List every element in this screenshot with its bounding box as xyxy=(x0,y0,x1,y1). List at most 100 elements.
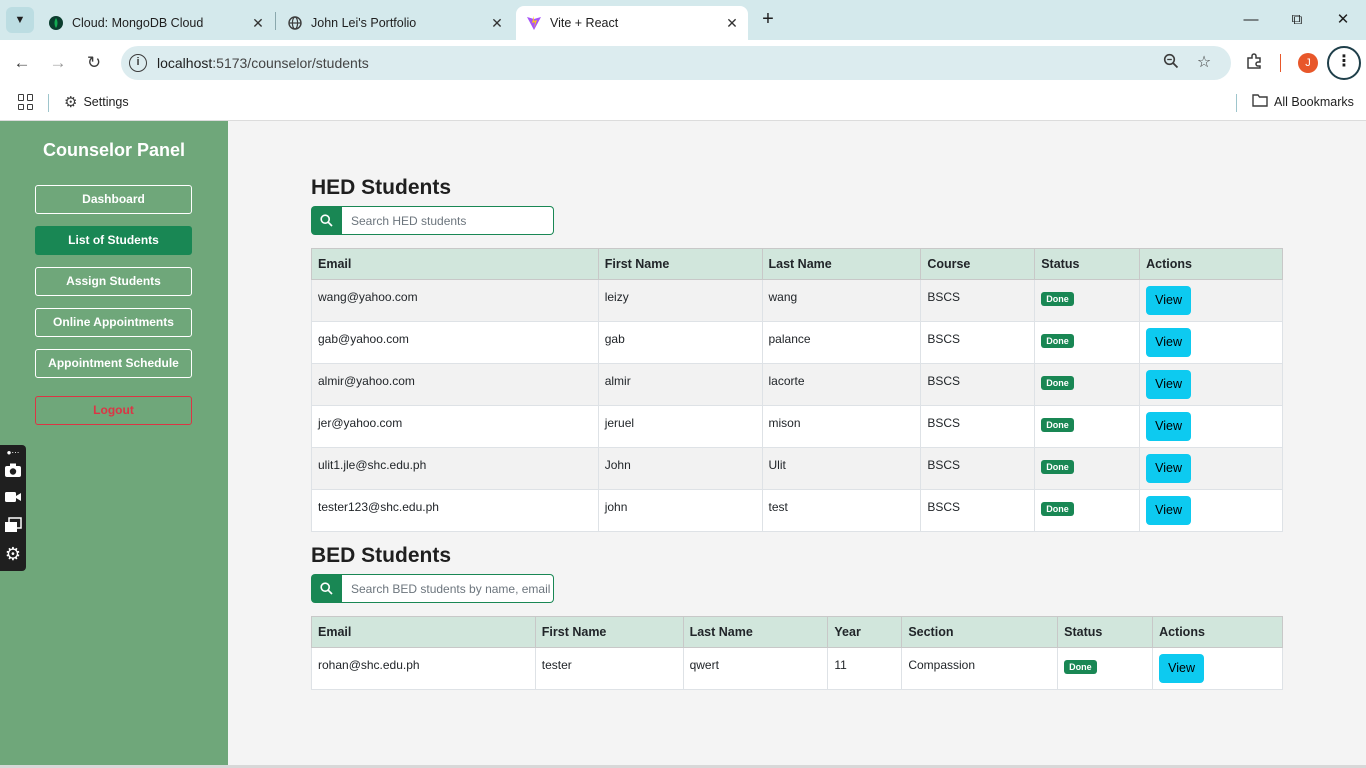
sidebar-item-list-of-students[interactable]: List of Students xyxy=(35,226,192,255)
column-header-last-name: Last Name xyxy=(682,616,829,648)
view-button[interactable]: View xyxy=(1146,412,1192,441)
site-info-icon[interactable]: i xyxy=(129,54,147,72)
restore-icon[interactable]: ⧉ xyxy=(1274,8,1320,32)
profile-avatar[interactable]: J xyxy=(1298,53,1318,73)
tab-mongodb[interactable]: Cloud: MongoDB Cloud ✕ xyxy=(38,6,274,40)
cell-last-name: Ulit xyxy=(761,447,922,490)
zoom-icon[interactable] xyxy=(1161,53,1181,73)
search-icon[interactable] xyxy=(311,206,342,235)
table-row: gab@yahoo.com gab palance BSCS Done View xyxy=(311,321,1283,364)
bed-search-input[interactable] xyxy=(342,574,554,603)
status-badge: Done xyxy=(1041,460,1074,474)
tab-divider xyxy=(275,12,276,30)
table-row: tester123@shc.edu.ph john test BSCS Done… xyxy=(311,489,1283,532)
video-camera-icon[interactable] xyxy=(3,490,23,510)
forward-arrow-icon[interactable]: → xyxy=(46,51,70,75)
column-header-actions: Actions xyxy=(1139,248,1283,280)
view-button[interactable]: View xyxy=(1159,654,1205,683)
settings-gear-icon[interactable]: ⚙ xyxy=(3,544,23,564)
mongodb-leaf-icon xyxy=(48,15,64,31)
minimize-icon[interactable]: — xyxy=(1228,8,1274,32)
apps-grid-icon[interactable] xyxy=(18,94,34,110)
sidebar-item-online-appointments[interactable]: Online Appointments xyxy=(35,308,192,337)
new-tab-plus-icon[interactable]: + xyxy=(756,8,780,32)
view-button[interactable]: View xyxy=(1146,286,1192,315)
cell-actions: View xyxy=(1139,405,1283,448)
sidebar-item-assign-students[interactable]: Assign Students xyxy=(35,267,192,296)
bookmark-settings[interactable]: ⚙ Settings xyxy=(64,93,129,111)
bed-search xyxy=(311,574,554,603)
cell-status: Done xyxy=(1034,363,1141,406)
sidebar-title: Counselor Panel xyxy=(42,140,186,160)
window-close-icon[interactable]: ✕ xyxy=(1320,8,1366,32)
view-button[interactable]: View xyxy=(1146,370,1192,399)
globe-icon xyxy=(287,15,303,31)
view-button[interactable]: View xyxy=(1146,496,1192,525)
url-text[interactable]: localhost:5173/counselor/students xyxy=(157,55,369,71)
tab-title: Cloud: MongoDB Cloud xyxy=(72,16,204,30)
sidebar-item-dashboard[interactable]: Dashboard xyxy=(35,185,192,214)
hed-search xyxy=(311,206,554,235)
bed-section-title: BED Students xyxy=(311,544,452,567)
cell-last-name: palance xyxy=(761,321,922,364)
close-icon[interactable]: ✕ xyxy=(722,15,742,32)
vite-icon xyxy=(526,15,542,31)
bookmark-label: All Bookmarks xyxy=(1274,95,1354,109)
browser-menu-icon[interactable]: ⋮ xyxy=(1327,46,1361,80)
cell-course: BSCS xyxy=(920,447,1036,490)
browser-toolbar: ← → ↻ i localhost:5173/counselor/student… xyxy=(0,40,1366,86)
column-header-status: Status xyxy=(1034,248,1141,280)
back-arrow-icon[interactable]: ← xyxy=(10,51,34,75)
cell-email: ulit1.jle@shc.edu.ph xyxy=(311,447,599,490)
column-header-actions: Actions xyxy=(1152,616,1283,648)
close-icon[interactable]: ✕ xyxy=(248,15,268,32)
windows-icon[interactable] xyxy=(3,517,23,537)
column-header-first-name: First Name xyxy=(597,248,763,280)
status-badge: Done xyxy=(1064,660,1097,674)
tab-title: Vite + React xyxy=(550,16,619,30)
table-row: ulit1.jle@shc.edu.ph John Ulit BSCS Done… xyxy=(311,447,1283,490)
cell-actions: View xyxy=(1139,447,1283,490)
tab-vite-react[interactable]: Vite + React ✕ xyxy=(516,6,748,40)
reload-icon[interactable]: ↻ xyxy=(82,51,106,75)
toolbar-divider xyxy=(1280,54,1281,72)
tab-search-dropdown-button[interactable]: ▼ xyxy=(6,7,34,33)
column-header-section: Section xyxy=(901,616,1059,648)
cell-last-name: mison xyxy=(761,405,922,448)
column-header-email: Email xyxy=(311,248,599,280)
cell-status: Done xyxy=(1057,647,1154,690)
tab-portfolio[interactable]: John Lei's Portfolio ✕ xyxy=(277,6,513,40)
cell-actions: View xyxy=(1139,489,1283,532)
table-row: almir@yahoo.com almir lacorte BSCS Done … xyxy=(311,363,1283,406)
folder-icon xyxy=(1252,93,1268,111)
view-button[interactable]: View xyxy=(1146,454,1192,483)
sidebar-item-appointment-schedule[interactable]: Appointment Schedule xyxy=(35,349,192,378)
bookmarks-bar: ⚙ Settings All Bookmarks xyxy=(0,86,1366,121)
all-bookmarks[interactable]: All Bookmarks xyxy=(1252,93,1354,111)
bookmark-label: Settings xyxy=(83,95,129,109)
close-icon[interactable]: ✕ xyxy=(487,15,507,32)
cell-email: gab@yahoo.com xyxy=(311,321,599,364)
cell-email: tester123@shc.edu.ph xyxy=(311,489,599,532)
address-bar[interactable]: i localhost:5173/counselor/students ☆ xyxy=(121,46,1231,80)
screen-capture-toolbar: ●⋯ ⚙ xyxy=(0,445,26,571)
cell-email: rohan@shc.edu.ph xyxy=(311,647,536,690)
hed-search-input[interactable] xyxy=(342,206,554,235)
column-header-email: Email xyxy=(311,616,536,648)
camera-icon[interactable] xyxy=(3,462,23,482)
bookmark-star-icon[interactable]: ☆ xyxy=(1194,53,1214,73)
table-row: jer@yahoo.com jeruel mison BSCS Done Vie… xyxy=(311,405,1283,448)
cell-status: Done xyxy=(1034,405,1141,448)
cell-email: wang@yahoo.com xyxy=(311,279,599,322)
cell-first-name: leizy xyxy=(597,279,763,322)
search-icon[interactable] xyxy=(311,574,342,603)
extensions-puzzle-icon[interactable] xyxy=(1243,52,1265,74)
gear-icon: ⚙ xyxy=(64,94,78,111)
column-header-last-name: Last Name xyxy=(761,248,922,280)
view-button[interactable]: View xyxy=(1146,328,1192,357)
cell-year: 11 xyxy=(827,647,903,690)
cell-actions: View xyxy=(1139,321,1283,364)
more-options-icon[interactable]: ●⋯ xyxy=(3,447,23,459)
table-header-row: Email First Name Last Name Year Section … xyxy=(311,616,1283,648)
logout-button[interactable]: Logout xyxy=(35,396,192,425)
